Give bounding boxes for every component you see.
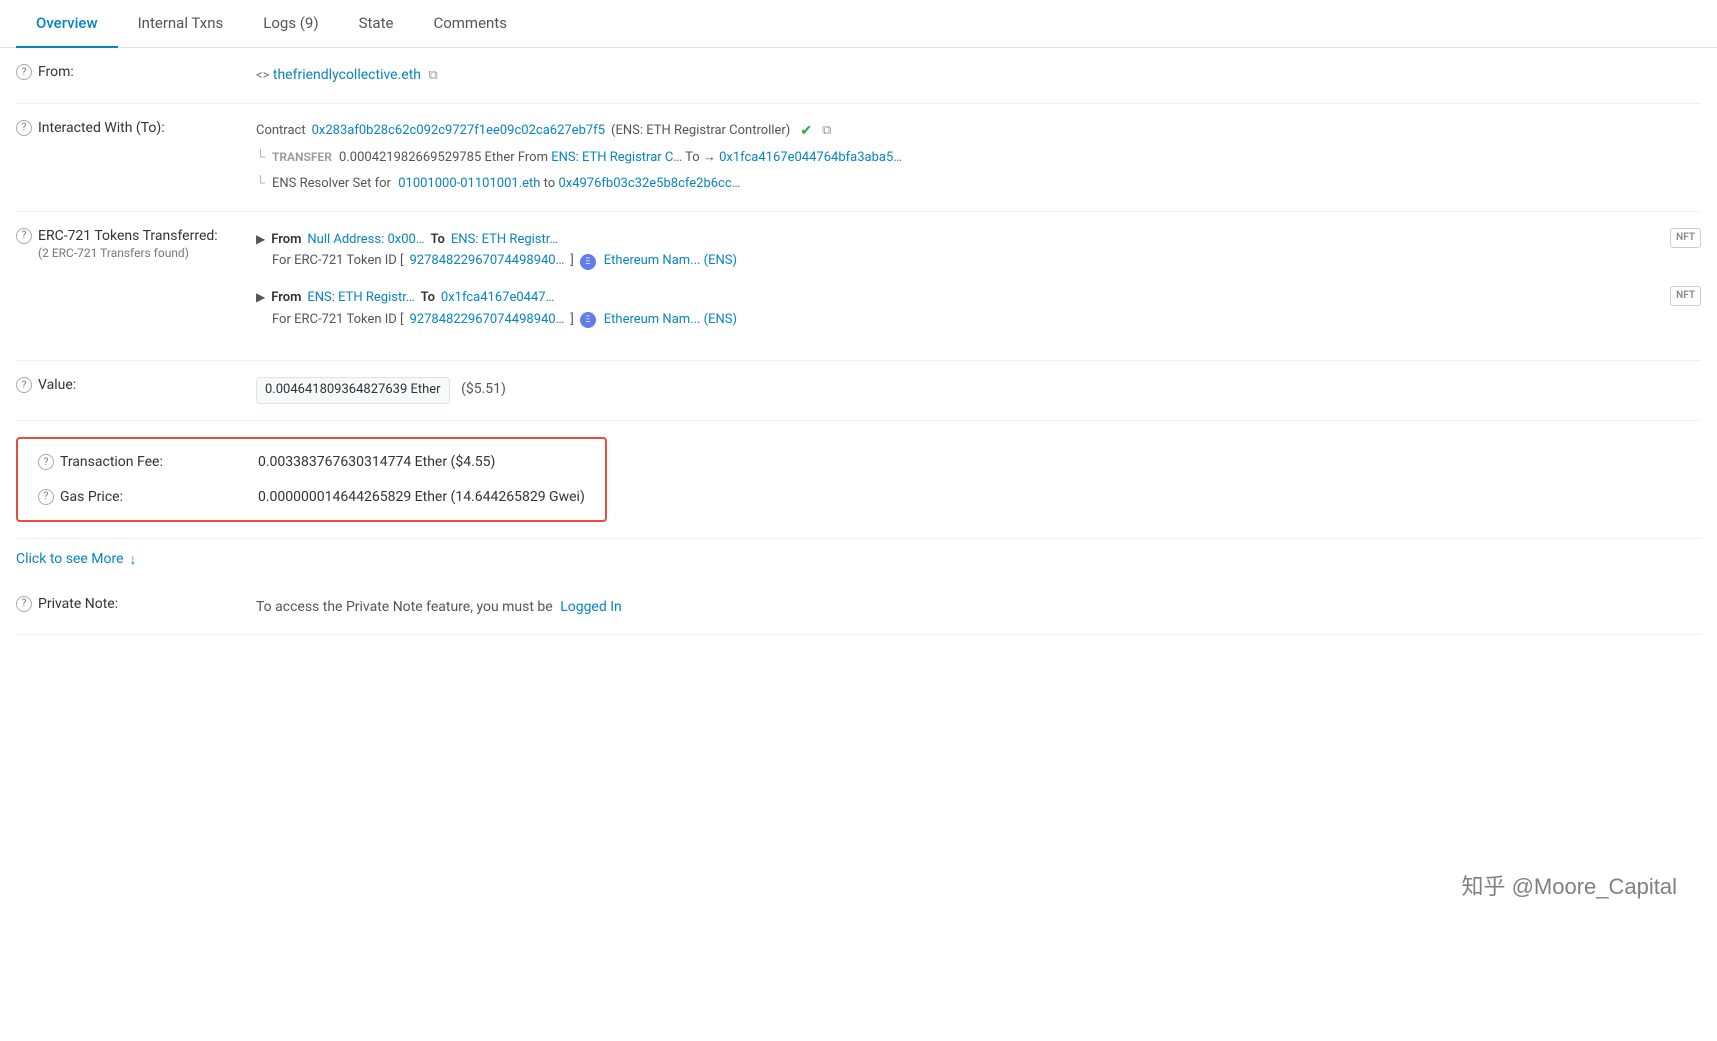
value-label: ? Value: (16, 377, 236, 393)
contract-name: (ENS: ETH Registrar Controller) (611, 121, 790, 142)
gas-price-value: 0.000000014644265829 Ether (14.644265829… (258, 486, 585, 508)
erc721-label: ? ERC-721 Tokens Transferred: (2 ERC-721… (16, 228, 236, 260)
erc721-row: ? ERC-721 Tokens Transferred: (2 ERC-721… (16, 212, 1701, 361)
fee-gas-row: ? Transaction Fee: 0.003383767630314774 … (16, 421, 1701, 539)
transfer2-token-name-link[interactable]: Ethereum Nam... (ENS) (604, 310, 737, 331)
from-label: ? From: (16, 64, 236, 80)
ens-domain-link[interactable]: 01001000-01101001.eth (398, 176, 540, 191)
tab-comments[interactable]: Comments (413, 0, 527, 48)
value-usd: ($5.51) (461, 381, 506, 397)
erc721-transfer-2: ▶ From ENS: ETH Registr… To 0x1fca4167e0… (256, 286, 1701, 330)
transfer-line: TRANSFER 0.000421982669529785 Ether From… (256, 146, 1701, 169)
tab-internal-txns[interactable]: Internal Txns (118, 0, 244, 48)
transfer1-from-to: ▶ From Null Address: 0x00… To ENS: ETH R… (256, 228, 1670, 251)
gas-price-row: ? Gas Price: 0.000000014644265829 Ether … (38, 486, 585, 508)
verified-icon: ✔ (800, 120, 812, 142)
interacted-label: ? Interacted With (To): (16, 120, 236, 136)
from-address-link[interactable]: thefriendlycollective.eth (273, 67, 421, 83)
transfer2-arrow: ▶ (256, 287, 265, 309)
transfer1-token: For ERC-721 Token ID [ 92784822967074498… (256, 251, 1670, 272)
transfer1-from-link[interactable]: Null Address: 0x00… (307, 228, 424, 251)
tab-state[interactable]: State (339, 0, 414, 48)
value-row: ? Value: 0.004641809364827639 Ether ($5.… (16, 361, 1701, 421)
nft-badge-1: NFT (1670, 228, 1701, 248)
tabs-bar: Overview Internal Txns Logs (9) State Co… (0, 0, 1717, 48)
transaction-fee-value: 0.003383767630314774 Ether ($4.55) (258, 451, 585, 473)
transfer1-to-link[interactable]: ENS: ETH Registr… (451, 228, 558, 251)
code-icon: <> (256, 68, 269, 83)
interacted-help-icon[interactable]: ? (16, 120, 32, 136)
nft-badge-2: NFT (1670, 286, 1701, 306)
main-content: ? From: <> thefriendlycollective.eth ⧉ ?… (0, 48, 1717, 635)
transfer2-from-to: ▶ From ENS: ETH Registr… To 0x1fca4167e0… (256, 286, 1670, 309)
gas-price-help-icon[interactable]: ? (38, 489, 54, 505)
from-help-icon[interactable]: ? (16, 64, 32, 80)
watermark: 知乎 @Moore_Capital (1461, 869, 1677, 901)
tx-fee-help-icon[interactable]: ? (38, 454, 54, 470)
erc721-transfer-1: ▶ From Null Address: 0x00… To ENS: ETH R… (256, 228, 1701, 272)
erc721-help-icon[interactable]: ? (16, 228, 32, 244)
from-row: ? From: <> thefriendlycollective.eth ⧉ (16, 48, 1701, 104)
contract-prefix: Contract (256, 121, 306, 142)
erc721-value: ▶ From Null Address: 0x00… To ENS: ETH R… (256, 228, 1701, 344)
transfer1-token-name-link[interactable]: Ethereum Nam... (ENS) (604, 251, 737, 272)
arrow-down-icon: ↓ (130, 551, 137, 568)
erc721-sublabel: (2 ERC-721 Transfers found) (16, 246, 189, 260)
transfer2-to-link[interactable]: 0x1fca4167e0447… (441, 286, 554, 309)
interacted-value: Contract 0x283af0b28c62c092c9727f1ee09c0… (256, 120, 1701, 195)
eth-icon-1: Ξ (580, 254, 596, 270)
transaction-fee-row: ? Transaction Fee: 0.003383767630314774 … (38, 451, 585, 473)
logged-in-link[interactable]: Logged In (560, 599, 622, 615)
from-copy-icon[interactable]: ⧉ (428, 66, 437, 87)
contract-copy-icon[interactable]: ⧉ (822, 121, 831, 142)
ens-resolver-line: ENS Resolver Set for 01001000-01101001.e… (256, 172, 1701, 195)
private-note-label: ? Private Note: (16, 596, 236, 612)
tab-logs[interactable]: Logs (9) (243, 0, 338, 48)
transfer1-arrow: ▶ (256, 229, 265, 251)
tab-overview[interactable]: Overview (16, 0, 118, 48)
gas-price-label: ? Gas Price: (38, 489, 238, 505)
transfer2-from-link[interactable]: ENS: ETH Registr… (307, 286, 414, 309)
value-ether: 0.004641809364827639 Ether (256, 377, 450, 404)
from-value: <> thefriendlycollective.eth ⧉ (256, 64, 1701, 87)
transaction-fee-label: ? Transaction Fee: (38, 454, 238, 470)
contract-address-link[interactable]: 0x283af0b28c62c092c9727f1ee09c02ca627eb7… (312, 121, 605, 142)
transfer2-token-id-link[interactable]: 92784822967074498940… (409, 310, 564, 331)
private-note-value: To access the Private Note feature, you … (256, 596, 1701, 618)
transfer1-token-id-link[interactable]: 92784822967074498940… (409, 251, 564, 272)
transfer-from-link[interactable]: ENS: ETH Registrar C… (551, 150, 682, 165)
private-note-row: ? Private Note: To access the Private No… (16, 580, 1701, 635)
see-more-button[interactable]: Click to see More ↓ (16, 539, 1701, 580)
ens-resolver-to-link[interactable]: 0x4976fb03c32e5b8cfe2b6cc… (558, 176, 740, 191)
interacted-with-row: ? Interacted With (To): Contract 0x283af… (16, 104, 1701, 212)
private-note-help-icon[interactable]: ? (16, 596, 32, 612)
transfer2-token: For ERC-721 Token ID [ 92784822967074498… (256, 310, 1670, 331)
transfer-to-link[interactable]: 0x1fca4167e044764bfa3aba5… (719, 150, 902, 165)
value-help-icon[interactable]: ? (16, 377, 32, 393)
eth-icon-2: Ξ (580, 312, 596, 328)
red-bordered-box: ? Transaction Fee: 0.003383767630314774 … (16, 437, 607, 522)
value-value: 0.004641809364827639 Ether ($5.51) (256, 377, 1701, 404)
